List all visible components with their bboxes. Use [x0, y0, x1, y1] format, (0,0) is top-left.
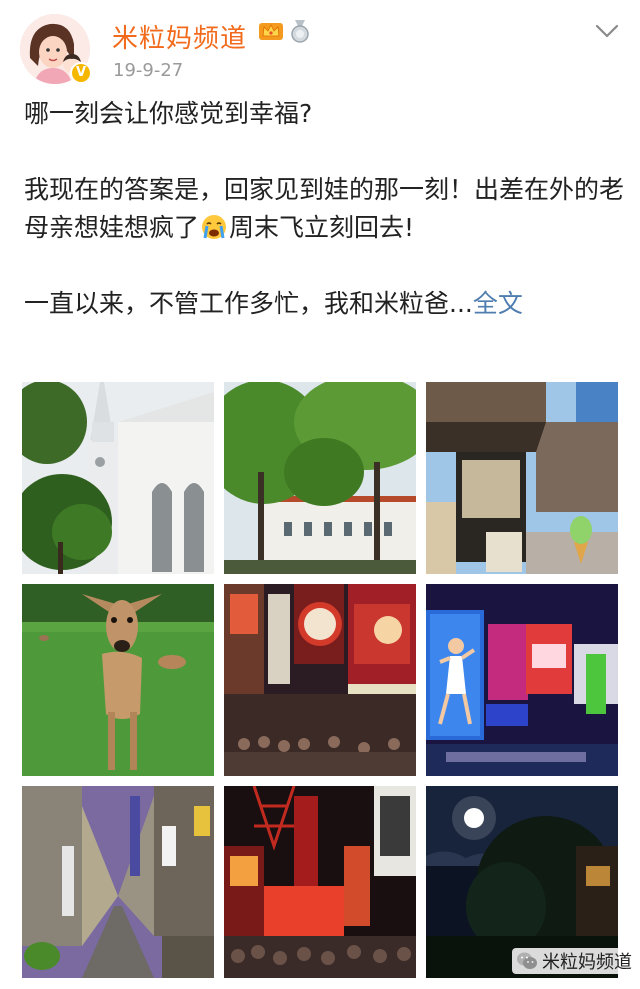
photo-night-tower[interactable]: [224, 786, 416, 978]
post-paragraph-answer-part2: 周末飞立刻回去!: [229, 213, 415, 242]
medal-badge-icon[interactable]: [289, 19, 311, 43]
post-header: V 米粒妈频道 19-9-27: [0, 0, 640, 95]
crown-badge-icon[interactable]: [258, 20, 284, 42]
photo-glico-sign[interactable]: [426, 584, 618, 776]
photo-grid: [22, 382, 618, 978]
watermark: 米粒妈频道: [512, 948, 638, 974]
photo-market-stall-icecream[interactable]: [426, 382, 618, 574]
crying-face-emoji-icon: [202, 215, 227, 239]
post-body: 哪一刻会让你感觉到幸福? 我现在的答案是，回家见到娃的那一刻！出差在外的老母亲想…: [24, 95, 624, 323]
photo-neon-street[interactable]: [224, 584, 416, 776]
post-paragraph-preview-text: 一直以来，不管工作多忙，我和米粒爸...: [24, 289, 473, 318]
post-date: 19-9-27: [113, 60, 184, 81]
photo-white-building-trees[interactable]: [224, 382, 416, 574]
post-paragraph-question: 哪一刻会让你感觉到幸福?: [24, 99, 313, 128]
post-paragraph-preview: 一直以来，不管工作多忙，我和米粒爸...全文: [24, 285, 624, 323]
username[interactable]: 米粒妈频道: [112, 18, 247, 55]
post-paragraph-answer: 我现在的答案是，回家见到娃的那一刻！出差在外的老母亲想娃想疯了 周末飞立刻回去!: [24, 171, 624, 247]
photo-deer[interactable]: [22, 584, 214, 776]
wechat-icon: [517, 952, 537, 969]
chevron-down-icon[interactable]: [594, 22, 620, 40]
watermark-text: 米粒妈频道: [542, 952, 632, 973]
photo-shopping-street[interactable]: [22, 786, 214, 978]
verified-badge-icon: V: [70, 62, 92, 84]
full-text-link[interactable]: 全文: [473, 289, 523, 318]
photo-church[interactable]: [22, 382, 214, 574]
